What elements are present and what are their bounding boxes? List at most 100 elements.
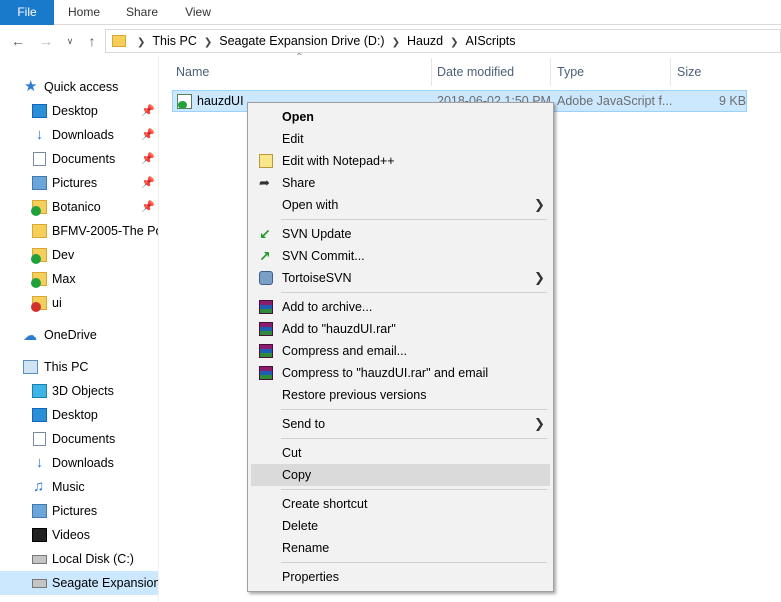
nav-desktop-pinned[interactable]: Desktop 📌 bbox=[0, 99, 158, 123]
chevron-right-icon[interactable]: ❯ bbox=[450, 37, 458, 48]
nav-documents[interactable]: Documents bbox=[0, 427, 158, 451]
pin-icon: 📌 bbox=[141, 129, 155, 141]
tab-share[interactable]: Share bbox=[118, 0, 166, 25]
nav-this-pc[interactable]: This PC bbox=[0, 355, 158, 379]
menu-item-add-to-archive[interactable]: Add to archive... bbox=[251, 296, 550, 318]
drive-icon bbox=[32, 579, 47, 588]
nav-downloads[interactable]: ↓ Downloads bbox=[0, 451, 158, 475]
menu-item-cut[interactable]: Cut bbox=[251, 442, 550, 464]
menu-separator bbox=[281, 562, 547, 563]
menu-item-label: Cut bbox=[282, 446, 302, 460]
crumb-this-pc[interactable]: This PC bbox=[152, 34, 196, 48]
nav-onedrive[interactable]: ☁ OneDrive bbox=[0, 323, 158, 347]
menu-item-rename[interactable]: Rename bbox=[251, 537, 550, 559]
menu-item-compress-to-rar-email[interactable]: Compress to "hauzdUI.rar" and email bbox=[251, 362, 550, 384]
menu-item-svn-commit[interactable]: ↗ SVN Commit... bbox=[251, 245, 550, 267]
pictures-icon bbox=[32, 176, 47, 190]
file-type: Adobe JavaScript f... bbox=[557, 94, 673, 108]
menu-item-tortoisesvn[interactable]: TortoiseSVN ❯ bbox=[251, 267, 550, 289]
nav-ui[interactable]: ui bbox=[0, 291, 158, 315]
column-divider[interactable] bbox=[550, 58, 551, 86]
nav-label: Seagate Expansion D bbox=[52, 576, 158, 590]
column-header-type[interactable]: Type bbox=[557, 58, 584, 86]
nav-label: Desktop bbox=[52, 104, 98, 118]
nav-music[interactable]: ♫ Music bbox=[0, 475, 158, 499]
nav-label: Pictures bbox=[52, 176, 98, 190]
menu-item-label: Send to bbox=[282, 417, 326, 431]
nav-downloads-pinned[interactable]: ↓ Downloads 📌 bbox=[0, 123, 158, 147]
nav-videos[interactable]: Videos bbox=[0, 523, 158, 547]
menu-item-add-to-rar[interactable]: Add to "hauzdUI.rar" bbox=[251, 318, 550, 340]
nav-bfmv[interactable]: BFMV-2005-The Po bbox=[0, 219, 158, 243]
nav-3d-objects[interactable]: 3D Objects bbox=[0, 379, 158, 403]
nav-desktop[interactable]: Desktop bbox=[0, 403, 158, 427]
menu-item-share[interactable]: ➦ Share bbox=[251, 172, 550, 194]
menu-item-open[interactable]: Open bbox=[251, 106, 550, 128]
nav-label: This PC bbox=[44, 360, 89, 374]
navigation-pane: ★ Quick access Desktop 📌 ↓ Downloads 📌 D… bbox=[0, 70, 158, 602]
column-header-size[interactable]: Size bbox=[677, 58, 701, 86]
menu-item-delete[interactable]: Delete bbox=[251, 515, 550, 537]
nav-label: OneDrive bbox=[44, 328, 97, 342]
menu-item-label: Delete bbox=[282, 519, 319, 533]
menu-item-edit-notepad-plus-plus[interactable]: Edit with Notepad++ bbox=[251, 150, 550, 172]
menu-item-restore-previous-versions[interactable]: Restore previous versions bbox=[251, 384, 550, 406]
menu-item-compress-and-email[interactable]: Compress and email... bbox=[251, 340, 550, 362]
recent-locations-chevron-icon[interactable]: ∨ bbox=[62, 33, 78, 49]
folder-synced-icon bbox=[31, 272, 47, 288]
tab-file[interactable]: File bbox=[0, 0, 54, 25]
nav-max[interactable]: Max bbox=[0, 267, 158, 291]
pane-divider[interactable] bbox=[158, 56, 159, 602]
up-arrow-icon[interactable]: ↑ bbox=[84, 33, 100, 49]
nav-quick-access[interactable]: ★ Quick access bbox=[0, 75, 158, 99]
folder-synced-icon bbox=[31, 248, 47, 264]
nav-label: Music bbox=[52, 480, 85, 494]
nav-pictures[interactable]: Pictures bbox=[0, 499, 158, 523]
column-divider[interactable] bbox=[670, 58, 671, 86]
crumb-drive[interactable]: Seagate Expansion Drive (D:) bbox=[219, 34, 384, 48]
nav-label: BFMV-2005-The Po bbox=[52, 224, 158, 238]
menu-item-label: Compress and email... bbox=[282, 344, 408, 358]
address-bar[interactable]: ❯ This PC ❯ Seagate Expansion Drive (D:) ❯ Ha… bbox=[105, 29, 781, 53]
local-disk-icon bbox=[32, 555, 47, 564]
menu-item-label: TortoiseSVN bbox=[282, 271, 352, 285]
nav-dev[interactable]: Dev bbox=[0, 243, 158, 267]
menu-item-svn-update[interactable]: ↙ SVN Update bbox=[251, 223, 550, 245]
menu-item-send-to[interactable]: Send to ❯ bbox=[251, 413, 550, 435]
column-divider[interactable] bbox=[431, 58, 432, 86]
column-header-name[interactable]: Name bbox=[176, 58, 209, 86]
menu-item-copy[interactable]: Copy bbox=[251, 464, 550, 486]
back-arrow-icon[interactable]: ← bbox=[10, 33, 26, 49]
nav-pictures-pinned[interactable]: Pictures 📌 bbox=[0, 171, 158, 195]
nav-label: ui bbox=[52, 296, 62, 310]
crumb-aiscripts[interactable]: AIScripts bbox=[466, 34, 516, 48]
tab-view[interactable]: View bbox=[176, 0, 220, 25]
menu-item-edit[interactable]: Edit bbox=[251, 128, 550, 150]
star-icon: ★ bbox=[24, 78, 38, 95]
this-pc-icon bbox=[23, 360, 38, 374]
menu-item-properties[interactable]: Properties bbox=[251, 566, 550, 588]
crumb-hauzd[interactable]: Hauzd bbox=[407, 34, 443, 48]
column-header-date-modified[interactable]: Date modified bbox=[437, 58, 514, 86]
menu-item-label: Add to "hauzdUI.rar" bbox=[282, 322, 396, 336]
nav-seagate-drive[interactable]: Seagate Expansion D bbox=[0, 571, 158, 595]
menu-item-open-with[interactable]: Open with ❯ bbox=[251, 194, 550, 216]
nav-label: Local Disk (C:) bbox=[52, 552, 134, 566]
context-menu: Open Edit Edit with Notepad++ ➦ Share Op… bbox=[247, 102, 554, 592]
chevron-right-icon[interactable]: ❯ bbox=[204, 37, 212, 48]
folder-conflict-icon bbox=[31, 296, 47, 312]
menu-item-label: Edit bbox=[282, 132, 304, 146]
nav-label: Max bbox=[52, 272, 76, 286]
chevron-right-icon[interactable]: ❯ bbox=[392, 37, 400, 48]
nav-documents-pinned[interactable]: Documents 📌 bbox=[0, 147, 158, 171]
onedrive-icon: ☁ bbox=[23, 327, 37, 343]
3d-objects-icon bbox=[32, 384, 47, 398]
winrar-icon bbox=[259, 300, 273, 314]
forward-arrow-icon[interactable]: → bbox=[38, 33, 54, 49]
submenu-arrow-icon: ❯ bbox=[534, 270, 545, 285]
menu-item-create-shortcut[interactable]: Create shortcut bbox=[251, 493, 550, 515]
tab-home[interactable]: Home bbox=[60, 0, 108, 25]
nav-botanico[interactable]: Botanico 📌 bbox=[0, 195, 158, 219]
nav-local-disk[interactable]: Local Disk (C:) bbox=[0, 547, 158, 571]
nav-label: Desktop bbox=[52, 408, 98, 422]
